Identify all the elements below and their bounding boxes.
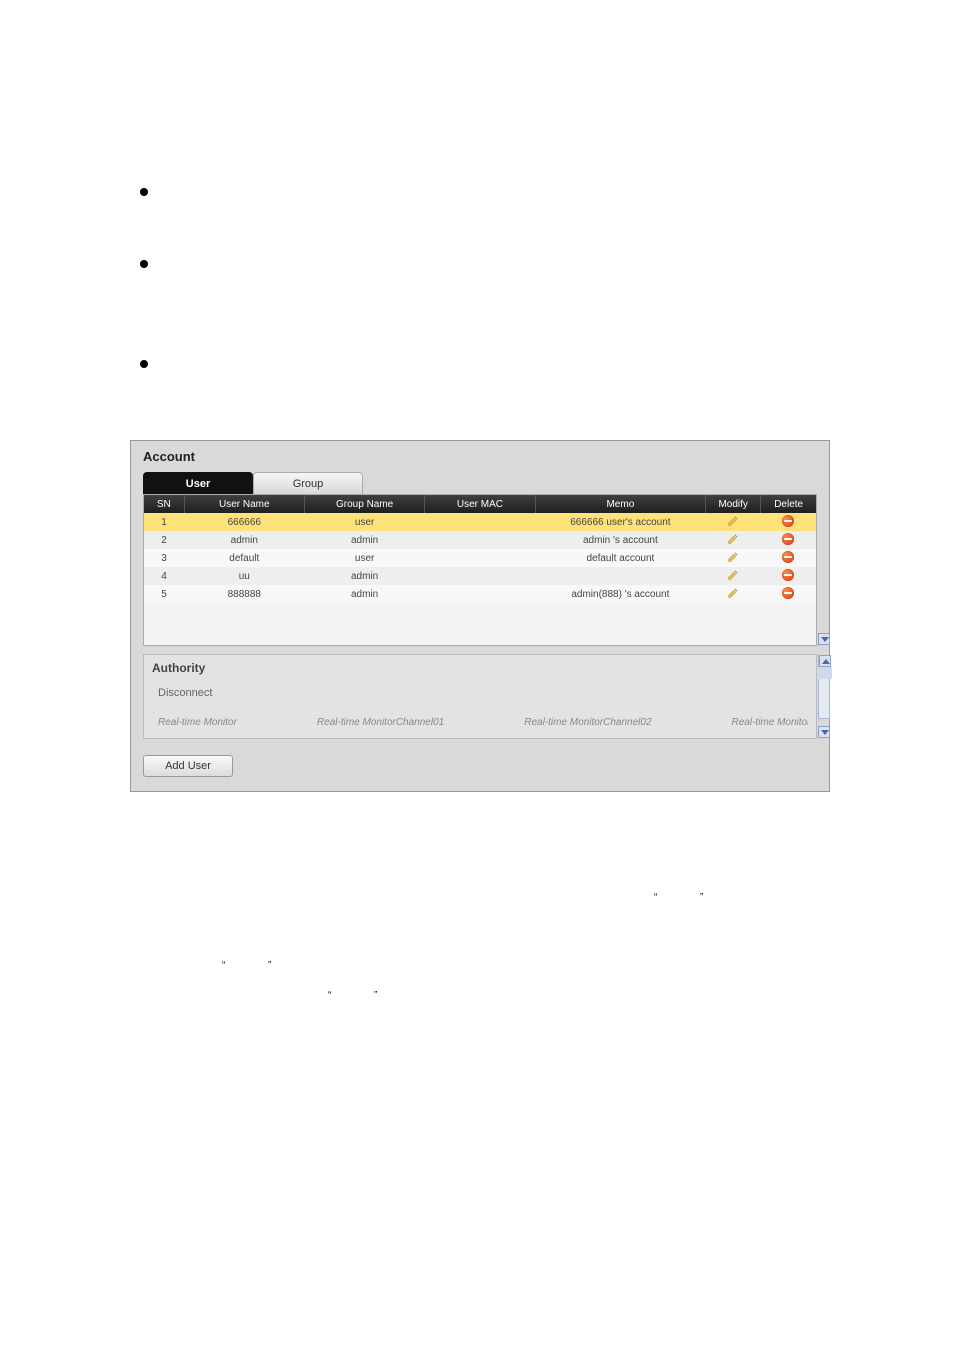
col-header-modify[interactable]: Modify <box>706 495 761 513</box>
cell-username: 888888 <box>184 585 304 603</box>
cell-username: default <box>184 549 304 567</box>
pencil-icon[interactable] <box>727 587 739 599</box>
authority-scrollbar[interactable] <box>818 655 830 719</box>
cell-delete <box>761 513 816 531</box>
cell-username: admin <box>184 531 304 549</box>
bullet-dot-icon <box>140 360 148 368</box>
authority-perm: Real-time MonitorChannel01 <box>317 717 444 728</box>
cell-groupname: user <box>304 513 424 531</box>
col-header-sn[interactable]: SN <box>144 495 184 513</box>
pencil-icon[interactable] <box>727 551 739 563</box>
tab-group[interactable]: Group <box>253 472 363 494</box>
pencil-icon[interactable] <box>727 569 739 581</box>
cell-memo: admin 's account <box>535 531 706 549</box>
quote-close: ” <box>700 892 703 903</box>
cell-modify <box>706 531 761 549</box>
bullet-dot-icon <box>140 188 148 196</box>
quote-open: “ <box>222 960 225 971</box>
table-empty-area <box>144 603 816 645</box>
quote-open: “ <box>654 892 657 903</box>
delete-icon[interactable] <box>782 533 794 545</box>
cell-sn: 2 <box>144 531 184 549</box>
delete-icon[interactable] <box>782 569 794 581</box>
quote-close: ” <box>374 990 377 1001</box>
cell-delete <box>761 531 816 549</box>
pencil-icon[interactable] <box>727 533 739 545</box>
cell-usermac <box>425 549 535 567</box>
scroll-down-icon[interactable] <box>818 633 830 645</box>
user-table: SN User Name Group Name User MAC Memo Mo… <box>144 495 816 603</box>
cell-delete <box>761 567 816 585</box>
table-row[interactable]: 5888888admin admin(888) 's account <box>144 585 816 603</box>
cell-modify <box>706 585 761 603</box>
cell-usermac <box>425 567 535 585</box>
cell-sn: 1 <box>144 513 184 531</box>
cell-memo: default account <box>535 549 706 567</box>
cell-modify <box>706 513 761 531</box>
scroll-thumb[interactable] <box>818 667 832 679</box>
col-header-memo[interactable]: Memo <box>535 495 706 513</box>
authority-perm: Real-time MonitorChannel03 <box>732 717 808 728</box>
cell-groupname: admin <box>304 567 424 585</box>
tab-bar: User Group <box>131 470 829 494</box>
cell-groupname: admin <box>304 531 424 549</box>
cell-username: uu <box>184 567 304 585</box>
table-row[interactable]: 1666666user 666666 user's account <box>144 513 816 531</box>
add-user-button[interactable]: Add User <box>143 755 233 777</box>
bullet-item <box>140 188 162 196</box>
quote-open: “ <box>328 990 331 1001</box>
bullet-dot-icon <box>140 260 148 268</box>
cell-usermac <box>425 585 535 603</box>
cell-sn: 4 <box>144 567 184 585</box>
cell-usermac <box>425 531 535 549</box>
table-row[interactable]: 4uuadmin <box>144 567 816 585</box>
pencil-icon[interactable] <box>727 515 739 527</box>
cell-groupname: admin <box>304 585 424 603</box>
cell-groupname: user <box>304 549 424 567</box>
authority-row: Real-time Monitor Real-time MonitorChann… <box>158 717 808 728</box>
authority-perm: Real-time MonitorChannel02 <box>524 717 651 728</box>
user-table-container: SN User Name Group Name User MAC Memo Mo… <box>143 494 817 646</box>
delete-icon[interactable] <box>782 515 794 527</box>
table-row[interactable]: 3defaultuser default account <box>144 549 816 567</box>
cell-modify <box>706 567 761 585</box>
account-panel: Account User Group SN User Name Group Na… <box>130 440 830 792</box>
authority-panel: Authority Disconnect Real-time Monitor R… <box>143 654 817 739</box>
bullet-item <box>140 360 162 368</box>
cell-modify <box>706 549 761 567</box>
cell-memo: 666666 user's account <box>535 513 706 531</box>
tab-user[interactable]: User <box>143 472 253 494</box>
delete-icon[interactable] <box>782 587 794 599</box>
cell-sn: 5 <box>144 585 184 603</box>
col-header-username[interactable]: User Name <box>184 495 304 513</box>
scroll-down-icon[interactable] <box>818 726 830 738</box>
cell-username: 666666 <box>184 513 304 531</box>
panel-title: Account <box>131 441 829 470</box>
delete-icon[interactable] <box>782 551 794 563</box>
cell-usermac <box>425 513 535 531</box>
quote-close: ” <box>268 960 271 971</box>
cell-delete <box>761 549 816 567</box>
table-row[interactable]: 2adminadminadmin 's account <box>144 531 816 549</box>
cell-memo <box>535 567 706 585</box>
bullet-item <box>140 260 162 268</box>
col-header-groupname[interactable]: Group Name <box>304 495 424 513</box>
table-header-row: SN User Name Group Name User MAC Memo Mo… <box>144 495 816 513</box>
authority-item-disconnect: Disconnect <box>158 687 808 699</box>
cell-sn: 3 <box>144 549 184 567</box>
authority-title: Authority <box>152 661 808 675</box>
scroll-up-icon[interactable] <box>819 655 831 667</box>
col-header-delete[interactable]: Delete <box>761 495 816 513</box>
cell-memo: admin(888) 's account <box>535 585 706 603</box>
cell-delete <box>761 585 816 603</box>
authority-perm: Real-time Monitor <box>158 717 237 728</box>
col-header-usermac[interactable]: User MAC <box>425 495 535 513</box>
